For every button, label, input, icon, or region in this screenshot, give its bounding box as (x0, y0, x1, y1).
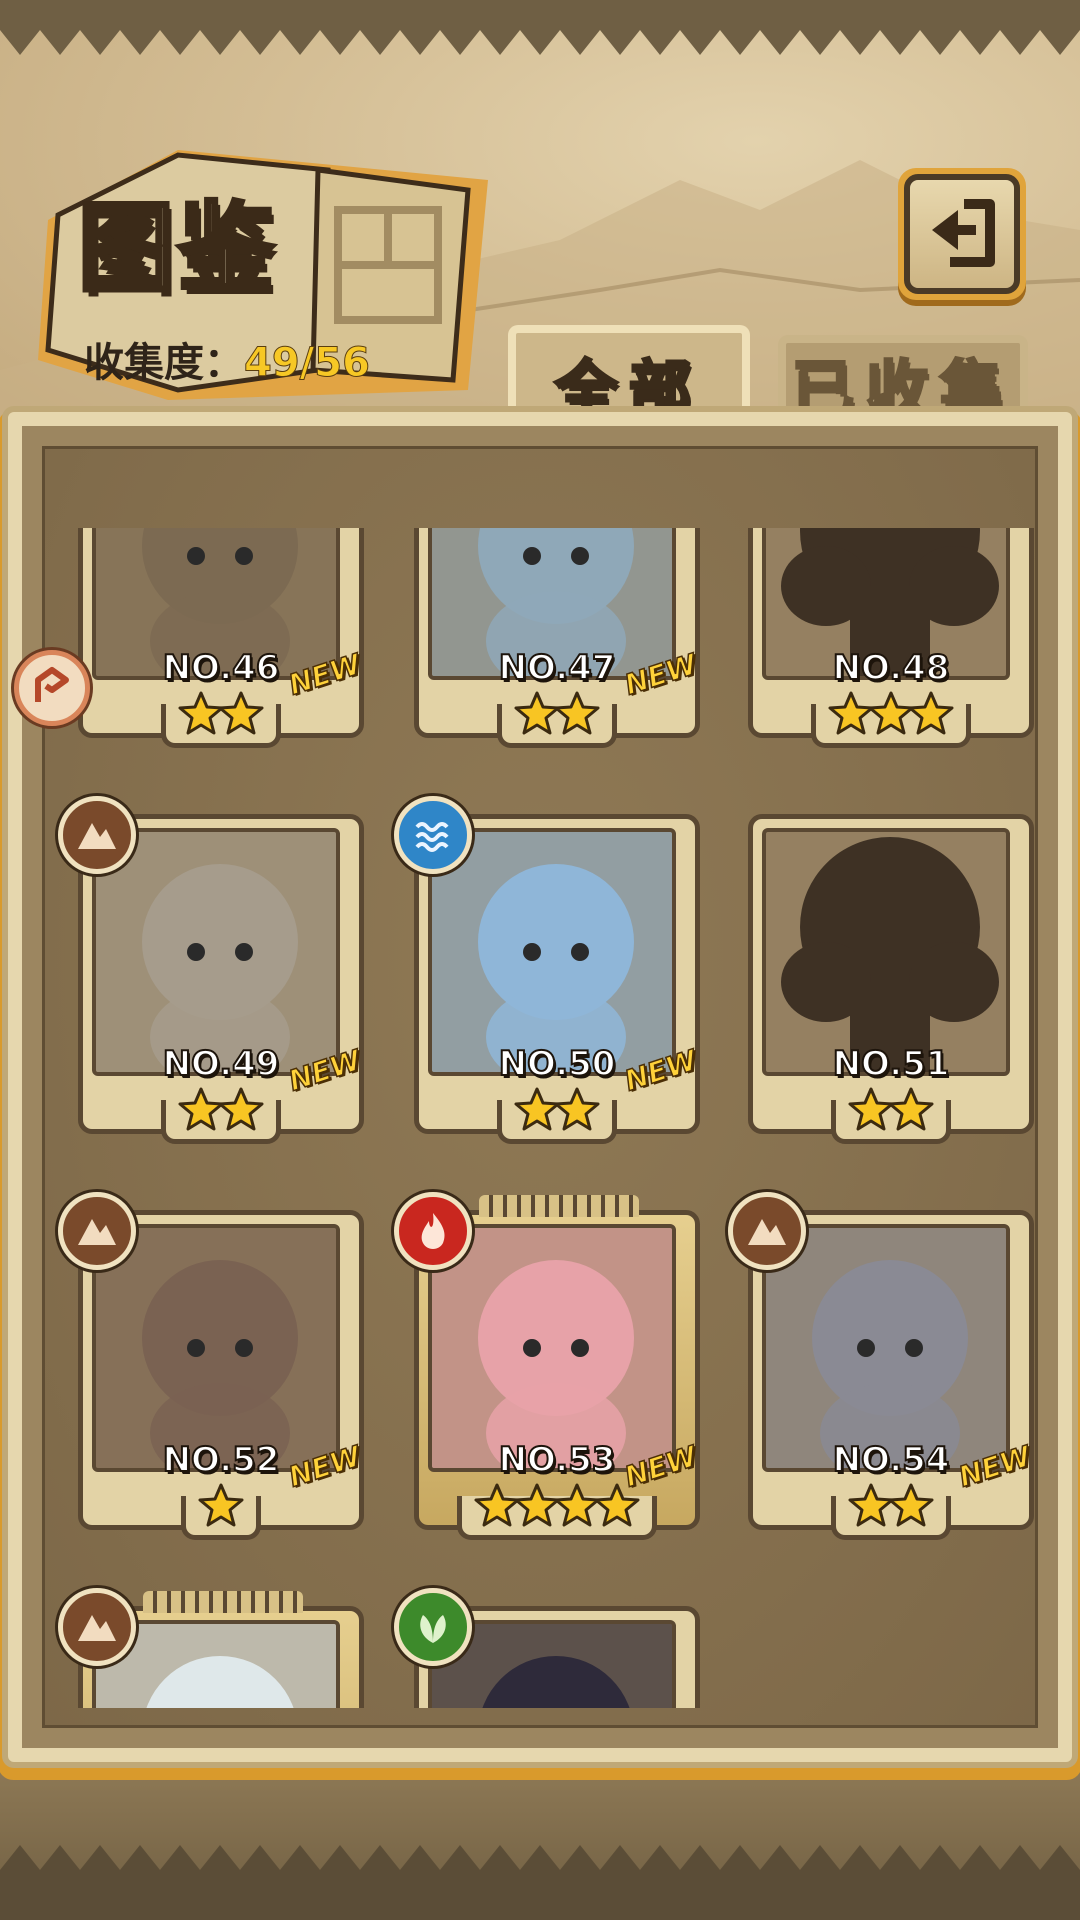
rarity-stars (748, 1086, 1034, 1136)
monster-card[interactable]: NO.48 (748, 528, 1034, 748)
plant-element-icon (394, 1588, 472, 1666)
monster-card[interactable]: NO.46 NEW (78, 528, 366, 748)
rarity-stars (414, 690, 700, 740)
monster-card[interactable] (58, 1588, 364, 1708)
water-element-icon (394, 796, 472, 874)
star-icon (908, 690, 954, 740)
monster-portrait (428, 828, 676, 1076)
star-icon (554, 1086, 600, 1136)
monster-portrait (92, 828, 340, 1076)
scroll-marker-icon[interactable] (14, 650, 90, 726)
monster-card[interactable]: NO.54 NEW (728, 1192, 1036, 1540)
collection-progress: 收集度：49/56 (84, 330, 370, 388)
card-grid[interactable]: NO.46 NEW NO.47 NEW NO.48 NO.49 NEW NO.50 NEW NO.… (42, 528, 1042, 1708)
star-icon (888, 1482, 934, 1532)
monster-portrait (428, 1224, 676, 1472)
earth-element-icon (58, 796, 136, 874)
star-icon (218, 1086, 264, 1136)
rarity-stars (78, 690, 364, 740)
back-button[interactable] (898, 168, 1026, 300)
monster-card[interactable]: NO.53 NEW (394, 1192, 702, 1540)
earth-element-icon (58, 1192, 136, 1270)
silhouette-portrait (762, 828, 1010, 1076)
earth-element-icon (728, 1192, 806, 1270)
star-icon (594, 1482, 640, 1532)
card-number: NO.51 (832, 1043, 951, 1085)
return-arrow-icon (932, 199, 995, 267)
rarity-stars (414, 1482, 700, 1532)
monster-card[interactable]: NO.47 NEW (414, 528, 702, 748)
star-icon (218, 690, 264, 740)
monster-portrait (92, 1224, 340, 1472)
monster-card[interactable]: NO.50 NEW (394, 796, 702, 1144)
star-icon (888, 1086, 934, 1136)
monster-card[interactable] (394, 1588, 700, 1708)
monster-portrait (762, 1224, 1010, 1472)
zigzag-border-bottom (0, 1845, 1080, 1920)
collection-label: 收集度： (84, 340, 244, 386)
earth-element-icon (58, 1588, 136, 1666)
rarity-stars (78, 1086, 364, 1136)
star-icon (198, 1482, 244, 1532)
card-number: NO.48 (832, 647, 951, 689)
fire-element-icon (394, 1192, 472, 1270)
rarity-stars (748, 690, 1034, 740)
monster-card[interactable]: NO.49 NEW (58, 796, 366, 1144)
rarity-stars (414, 1086, 700, 1136)
zigzag-border-top (0, 0, 1080, 55)
monster-card[interactable]: NO.51 (748, 814, 1034, 1144)
rarity-stars (78, 1482, 364, 1532)
page-title: 图鉴 (76, 189, 278, 306)
monster-card[interactable]: NO.52 NEW (58, 1192, 366, 1540)
collection-panel: NO.46 NEW NO.47 NEW NO.48 NO.49 NEW NO.50 NEW NO.… (8, 412, 1072, 1762)
star-icon (554, 690, 600, 740)
rarity-stars (748, 1482, 1034, 1532)
collection-count: 49/56 (244, 340, 371, 387)
